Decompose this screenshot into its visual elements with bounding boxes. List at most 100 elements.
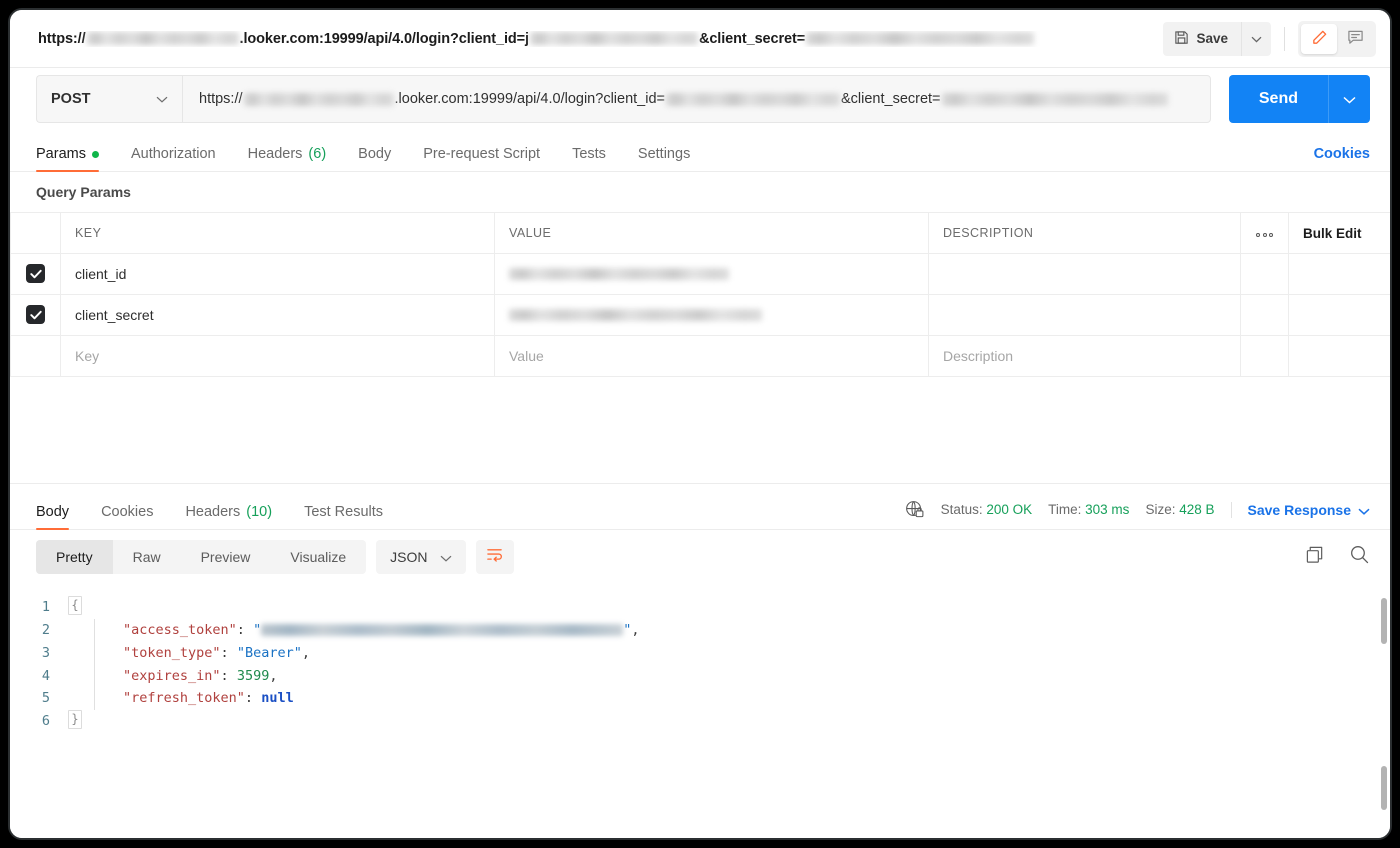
- table-header-row: KEY VALUE DESCRIPTION Bulk Edit: [11, 213, 1393, 254]
- tab-label: Headers: [248, 146, 303, 162]
- json-token-str: ": [253, 622, 261, 638]
- json-token-punc: :: [221, 645, 237, 661]
- chevron-down-icon: [156, 91, 168, 107]
- row-enabled-checkbox[interactable]: [26, 264, 45, 283]
- url-host-redacted: [87, 32, 239, 45]
- row-more-cell: [1241, 254, 1289, 295]
- request-title-url[interactable]: https:// .looker.com:19999/api/4.0/login…: [38, 31, 1163, 47]
- tab-authorization[interactable]: Authorization: [131, 146, 216, 171]
- ellipsis-icon: [1256, 233, 1273, 237]
- toolbar-divider: [1284, 27, 1285, 51]
- tab-label: Body: [358, 146, 391, 162]
- code-gutter-spacer: [68, 642, 82, 661]
- tab-settings[interactable]: Settings: [638, 146, 690, 171]
- response-format-select[interactable]: JSON: [376, 540, 465, 574]
- postman-window: https:// .looker.com:19999/api/4.0/login…: [8, 8, 1392, 840]
- send-button[interactable]: Send: [1229, 75, 1328, 123]
- vertical-scrollbar-thumb-bottom[interactable]: [1381, 766, 1387, 810]
- new-value-input[interactable]: Value: [495, 336, 929, 377]
- size-label: Size:: [1145, 502, 1175, 517]
- code-gutter-spacer: [68, 665, 82, 684]
- response-meta: Status: 200 OK Time: 303 ms Size: 428 B …: [905, 500, 1370, 529]
- response-tab-headers[interactable]: Headers (10): [185, 504, 272, 529]
- view-mode-visualize[interactable]: Visualize: [270, 540, 366, 574]
- view-mode-preview[interactable]: Preview: [181, 540, 271, 574]
- save-group: Save: [1163, 22, 1271, 56]
- send-options-button[interactable]: [1328, 75, 1370, 123]
- tab-body[interactable]: Body: [358, 146, 391, 171]
- send-group: Send: [1229, 75, 1370, 123]
- view-mode-pretty[interactable]: Pretty: [36, 540, 113, 574]
- header-more-options[interactable]: [1241, 213, 1289, 254]
- tab-badge: (10): [246, 504, 272, 520]
- url-secret-label: &client_secret=: [841, 91, 941, 107]
- tab-params[interactable]: Params: [36, 146, 99, 171]
- mode-toggle-group: [1298, 21, 1376, 57]
- tab-badge: (6): [308, 146, 326, 162]
- save-button[interactable]: Save: [1163, 22, 1241, 56]
- save-options-button[interactable]: [1241, 22, 1271, 56]
- row-description[interactable]: [929, 254, 1241, 295]
- response-tab-test-results[interactable]: Test Results: [304, 504, 383, 529]
- view-mode-raw[interactable]: Raw: [113, 540, 181, 574]
- code-fold-marker[interactable]: {: [68, 596, 82, 615]
- code-line: 3 "token_type": "Bearer",: [10, 642, 1390, 665]
- line-number: 4: [10, 665, 68, 688]
- row-more-cell: [1241, 295, 1289, 336]
- tab-tests[interactable]: Tests: [572, 146, 606, 171]
- line-number: 2: [10, 619, 68, 642]
- chevron-down-icon: [1343, 92, 1356, 107]
- comments-button[interactable]: [1337, 24, 1373, 54]
- line-number: 3: [10, 642, 68, 665]
- client-secret-value-redacted: [509, 309, 762, 321]
- tab-label: Cookies: [101, 504, 153, 520]
- response-toolbar-right: [1305, 544, 1370, 570]
- word-wrap-button[interactable]: [476, 540, 514, 574]
- row-key[interactable]: client_id: [61, 254, 495, 295]
- tab-label: Settings: [638, 146, 690, 162]
- response-tab-cookies[interactable]: Cookies: [101, 504, 153, 529]
- client-secret-redacted: [806, 32, 1034, 45]
- row-enabled-checkbox[interactable]: [26, 305, 45, 324]
- code-fold-marker[interactable]: }: [68, 710, 82, 729]
- floppy-disk-icon: [1174, 30, 1189, 48]
- row-bulk-cell: [1289, 254, 1393, 295]
- row-value[interactable]: [495, 295, 929, 336]
- json-token-punc: :: [237, 622, 253, 638]
- chevron-down-icon: [1251, 31, 1262, 46]
- json-token-punc: ,: [302, 645, 310, 661]
- tab-headers[interactable]: Headers (6): [248, 146, 327, 171]
- vertical-scrollbar-thumb-top[interactable]: [1381, 598, 1387, 644]
- size-value: 428 B: [1179, 502, 1214, 517]
- status-label: Status:: [941, 502, 983, 517]
- bulk-edit-button[interactable]: Bulk Edit: [1289, 213, 1393, 254]
- save-response-button[interactable]: Save Response: [1231, 502, 1371, 518]
- row-value[interactable]: [495, 254, 929, 295]
- time-group: Time: 303 ms: [1048, 502, 1129, 517]
- code-line-content: "token_type": "Bearer",: [94, 642, 310, 665]
- line-number: 5: [10, 687, 68, 710]
- http-method-select[interactable]: POST: [36, 75, 182, 123]
- tab-label: Authorization: [131, 146, 216, 162]
- line-number: 6: [10, 710, 68, 733]
- cookies-link[interactable]: Cookies: [1314, 146, 1370, 171]
- size-group: Size: 428 B: [1145, 502, 1214, 517]
- new-description-input[interactable]: Description: [929, 336, 1241, 377]
- request-url-input[interactable]: https:// .looker.com:19999/api/4.0/login…: [182, 75, 1211, 123]
- response-body-viewer[interactable]: 1{2"access_token": "",3"token_type": "Be…: [10, 584, 1390, 838]
- new-key-input[interactable]: Key: [61, 336, 495, 377]
- row-more-cell: [1241, 336, 1289, 377]
- json-token-punc: ,: [631, 622, 639, 638]
- header-value: VALUE: [495, 213, 929, 254]
- tab-label: Headers: [185, 504, 240, 520]
- edit-mode-button[interactable]: [1301, 24, 1337, 54]
- row-key[interactable]: client_secret: [61, 295, 495, 336]
- url-path: .looker.com:19999/api/4.0/login?client_i…: [240, 31, 529, 47]
- response-tab-body[interactable]: Body: [36, 504, 69, 529]
- row-description[interactable]: [929, 295, 1241, 336]
- copy-button[interactable]: [1305, 545, 1325, 570]
- search-button[interactable]: [1349, 544, 1370, 570]
- tab-pre-request-script[interactable]: Pre-request Script: [423, 146, 540, 171]
- row-bulk-cell: [1289, 295, 1393, 336]
- tab-label: Test Results: [304, 504, 383, 520]
